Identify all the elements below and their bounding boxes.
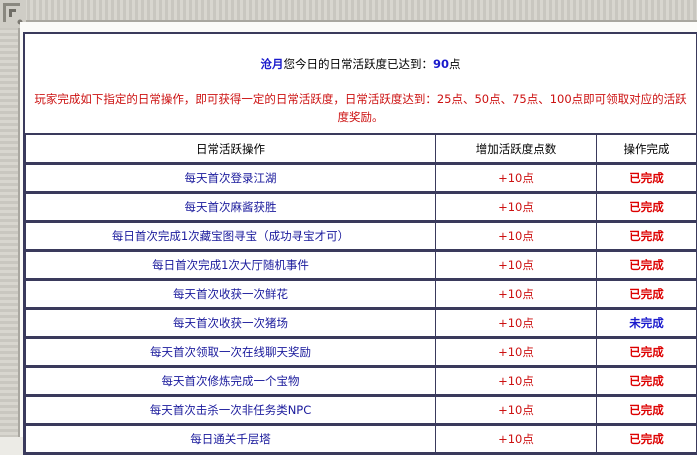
task-points: +10点 xyxy=(435,423,597,453)
task-name: 每天首次修炼完成一个宝物 xyxy=(25,365,436,396)
task-status: 已完成 xyxy=(596,365,697,396)
task-name: 每日通关千层塔 xyxy=(25,423,436,453)
window-frame-left xyxy=(0,0,20,437)
task-name: 每天首次登录江湖 xyxy=(25,162,436,193)
column-header-task: 日常活跃操作 xyxy=(25,134,436,164)
task-points: +10点 xyxy=(435,220,597,251)
task-points: +10点 xyxy=(435,162,597,193)
table-row: 每日通关千层塔 +10点 已完成 xyxy=(25,423,697,453)
rules-text: 玩家完成如下指定的日常操作，即可获得一定的日常活跃度，日常活跃度达到：25点、5… xyxy=(34,92,687,124)
task-points: +10点 xyxy=(435,191,597,222)
task-status: 已完成 xyxy=(596,162,697,193)
activity-summary: 沧月您今日的日常活跃度已达到：90点 玩家完成如下指定的日常操作，即可获得一定的… xyxy=(25,34,696,134)
daily-activity-board: 沧月您今日的日常活跃度已达到：90点 玩家完成如下指定的日常操作，即可获得一定的… xyxy=(23,32,697,455)
task-points: +10点 xyxy=(435,307,597,338)
task-name: 每日首次完成1次藏宝图寻宝（成功寻宝才可） xyxy=(25,220,436,251)
task-status: 已完成 xyxy=(596,278,697,309)
score-value: 90 xyxy=(432,57,449,71)
task-status: 未完成 xyxy=(596,307,697,338)
table-row: 每天首次收获一次鲜花 +10点 已完成 xyxy=(25,278,697,309)
task-status: 已完成 xyxy=(596,336,697,367)
table-row: 每天首次修炼完成一个宝物 +10点 已完成 xyxy=(25,365,697,396)
task-name: 每日首次完成1次大厅随机事件 xyxy=(25,249,436,280)
table-row: 每天首次麻酱获胜 +10点 已完成 xyxy=(25,191,697,222)
table-row: 每天首次击杀一次非任务类NPC +10点 已完成 xyxy=(25,394,697,425)
score-unit: 点 xyxy=(449,57,461,71)
task-name: 每天首次领取一次在线聊天奖励 xyxy=(25,336,436,367)
task-points: +10点 xyxy=(435,365,597,396)
column-header-points: 增加活跃度点数 xyxy=(435,134,597,164)
column-header-status: 操作完成 xyxy=(596,134,697,164)
task-points: +10点 xyxy=(435,336,597,367)
table-header-row: 日常活跃操作 增加活跃度点数 操作完成 xyxy=(25,134,697,164)
task-name: 每天首次收获一次鲜花 xyxy=(25,278,436,309)
table-row: 每日首次完成1次藏宝图寻宝（成功寻宝才可） +10点 已完成 xyxy=(25,220,697,251)
table-row: 每天首次收获一次猪场 +10点 未完成 xyxy=(25,307,697,338)
score-prefix: 您今日的日常活跃度已达到： xyxy=(283,57,433,71)
player-name: 沧月 xyxy=(260,57,284,71)
task-status: 已完成 xyxy=(596,249,697,280)
content-panel: 沧月您今日的日常活跃度已达到：90点 玩家完成如下指定的日常操作，即可获得一定的… xyxy=(20,22,697,455)
task-status: 已完成 xyxy=(596,394,697,425)
task-points: +10点 xyxy=(435,278,597,309)
task-status: 已完成 xyxy=(596,220,697,251)
task-status: 已完成 xyxy=(596,191,697,222)
score-line: 沧月您今日的日常活跃度已达到：90点 xyxy=(25,56,696,72)
table-row: 每天首次登录江湖 +10点 已完成 xyxy=(25,162,697,193)
window-frame-top xyxy=(0,0,697,22)
table-row: 每日首次完成1次大厅随机事件 +10点 已完成 xyxy=(25,249,697,280)
task-name: 每天首次击杀一次非任务类NPC xyxy=(25,394,436,425)
task-table: 日常活跃操作 增加活跃度点数 操作完成 每天首次登录江湖 +10点 已完成 每天首次麻… xyxy=(25,134,697,453)
task-status: 已完成 xyxy=(596,423,697,453)
task-name: 每天首次收获一次猪场 xyxy=(25,307,436,338)
table-row: 每天首次领取一次在线聊天奖励 +10点 已完成 xyxy=(25,336,697,367)
task-name: 每天首次麻酱获胜 xyxy=(25,191,436,222)
task-points: +10点 xyxy=(435,394,597,425)
task-points: +10点 xyxy=(435,249,597,280)
